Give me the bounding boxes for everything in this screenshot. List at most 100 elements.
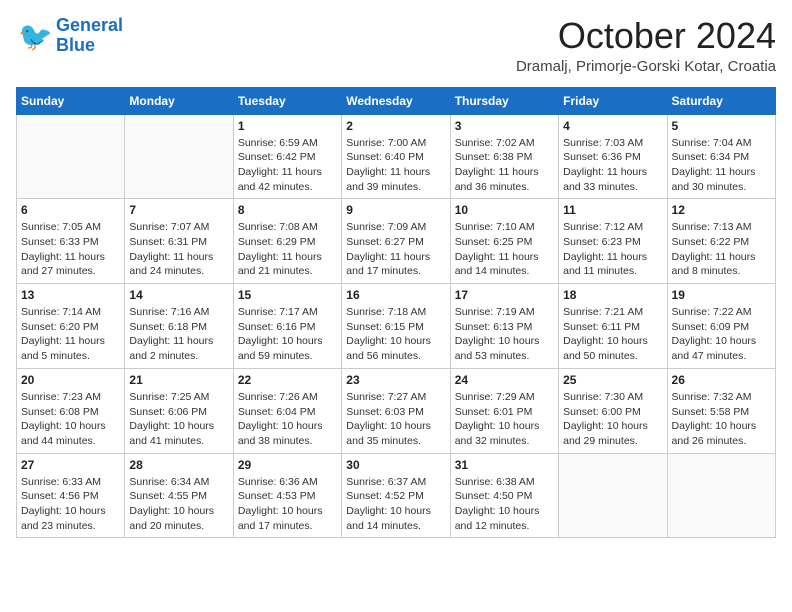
month-year: October 2024: [516, 16, 776, 56]
day-number: 10: [455, 203, 554, 217]
day-number: 8: [238, 203, 337, 217]
weekday-header: Tuesday: [233, 87, 341, 114]
day-number: 12: [672, 203, 771, 217]
day-number: 9: [346, 203, 445, 217]
day-number: 5: [672, 119, 771, 133]
day-info: Sunrise: 6:38 AMSunset: 4:50 PMDaylight:…: [455, 475, 554, 534]
calendar-cell: 24 Sunrise: 7:29 AMSunset: 6:01 PMDayligh…: [450, 368, 558, 453]
calendar-cell: 7Sunrise: 7:07 AMSunset: 6:31 PMDaylight…: [125, 199, 233, 284]
calendar-cell: 9 Sunrise: 7:09 AMSunset: 6:27 PMDaylight…: [342, 199, 450, 284]
calendar-header-row: SundayMondayTuesdayWednesdayThursdayFrid…: [17, 87, 776, 114]
day-info: Sunrise: 7:13 AMSunset: 6:22 PMDaylight:…: [672, 220, 771, 279]
day-number: 3: [455, 119, 554, 133]
day-number: 15: [238, 288, 337, 302]
day-info: Sunrise: 7:02 AMSunset: 6:38 PMDaylight:…: [455, 136, 554, 195]
logo-text: General Blue: [56, 16, 123, 56]
calendar-cell: [559, 453, 667, 538]
calendar-cell: 12 Sunrise: 7:13 AMSunset: 6:22 PMDayligh…: [667, 199, 775, 284]
day-info: Sunrise: 7:25 AMSunset: 6:06 PMDaylight:…: [129, 390, 228, 449]
day-info: Sunrise: 6:37 AMSunset: 4:52 PMDaylight:…: [346, 475, 445, 534]
day-info: Sunrise: 7:05 AMSunset: 6:33 PMDaylight:…: [21, 220, 120, 279]
weekday-header: Thursday: [450, 87, 558, 114]
day-info: Sunrise: 7:10 AMSunset: 6:25 PMDaylight:…: [455, 220, 554, 279]
day-info: Sunrise: 7:14 AMSunset: 6:20 PMDaylight:…: [21, 305, 120, 364]
day-info: Sunrise: 7:30 AMSunset: 6:00 PMDaylight:…: [563, 390, 662, 449]
calendar-cell: 17Sunrise: 7:19 AMSunset: 6:13 PMDayligh…: [450, 284, 558, 369]
calendar-cell: 14Sunrise: 7:16 AMSunset: 6:18 PMDayligh…: [125, 284, 233, 369]
calendar-cell: [17, 114, 125, 199]
day-info: Sunrise: 7:09 AMSunset: 6:27 PMDaylight:…: [346, 220, 445, 279]
calendar-week-row: 20Sunrise: 7:23 AMSunset: 6:08 PMDayligh…: [17, 368, 776, 453]
calendar-cell: [125, 114, 233, 199]
calendar-cell: 6 Sunrise: 7:05 AMSunset: 6:33 PMDaylight…: [17, 199, 125, 284]
day-info: Sunrise: 6:33 AMSunset: 4:56 PMDaylight:…: [21, 475, 120, 534]
day-number: 16: [346, 288, 445, 302]
day-number: 29: [238, 458, 337, 472]
day-info: Sunrise: 7:19 AMSunset: 6:13 PMDaylight:…: [455, 305, 554, 364]
day-info: Sunrise: 7:04 AMSunset: 6:34 PMDaylight:…: [672, 136, 771, 195]
calendar-cell: 23Sunrise: 7:27 AMSunset: 6:03 PMDayligh…: [342, 368, 450, 453]
page-header: 🐦 General Blue October 2024 Dramalj, Pri…: [16, 16, 776, 75]
day-number: 19: [672, 288, 771, 302]
day-number: 6: [21, 203, 120, 217]
calendar-cell: 22 Sunrise: 7:26 AMSunset: 6:04 PMDayligh…: [233, 368, 341, 453]
day-number: 31: [455, 458, 554, 472]
day-info: Sunrise: 7:26 AMSunset: 6:04 PMDaylight:…: [238, 390, 337, 449]
calendar-week-row: 1 Sunrise: 6:59 AMSunset: 6:42 PMDaylight…: [17, 114, 776, 199]
calendar-cell: 18 Sunrise: 7:21 AMSunset: 6:11 PMDayligh…: [559, 284, 667, 369]
day-number: 27: [21, 458, 120, 472]
calendar-cell: 21Sunrise: 7:25 AMSunset: 6:06 PMDayligh…: [125, 368, 233, 453]
day-info: Sunrise: 7:07 AMSunset: 6:31 PMDaylight:…: [129, 220, 228, 279]
svg-text:🐦: 🐦: [18, 21, 52, 52]
calendar-week-row: 27 Sunrise: 6:33 AMSunset: 4:56 PMDayligh…: [17, 453, 776, 538]
day-info: Sunrise: 7:12 AMSunset: 6:23 PMDaylight:…: [563, 220, 662, 279]
day-info: Sunrise: 7:29 AMSunset: 6:01 PMDaylight:…: [455, 390, 554, 449]
day-number: 23: [346, 373, 445, 387]
calendar-cell: 15 Sunrise: 7:17 AMSunset: 6:16 PMDayligh…: [233, 284, 341, 369]
day-number: 4: [563, 119, 662, 133]
day-number: 24: [455, 373, 554, 387]
title-block: October 2024 Dramalj, Primorje-Gorski Ko…: [516, 16, 776, 75]
day-info: Sunrise: 7:21 AMSunset: 6:11 PMDaylight:…: [563, 305, 662, 364]
day-info: Sunrise: 7:08 AMSunset: 6:29 PMDaylight:…: [238, 220, 337, 279]
day-number: 1: [238, 119, 337, 133]
calendar-cell: 4 Sunrise: 7:03 AMSunset: 6:36 PMDaylight…: [559, 114, 667, 199]
calendar-cell: 29 Sunrise: 6:36 AMSunset: 4:53 PMDayligh…: [233, 453, 341, 538]
day-info: Sunrise: 6:34 AMSunset: 4:55 PMDaylight:…: [129, 475, 228, 534]
calendar-cell: 27 Sunrise: 6:33 AMSunset: 4:56 PMDayligh…: [17, 453, 125, 538]
calendar-cell: 20Sunrise: 7:23 AMSunset: 6:08 PMDayligh…: [17, 368, 125, 453]
calendar-cell: 28 Sunrise: 6:34 AMSunset: 4:55 PMDayligh…: [125, 453, 233, 538]
day-number: 22: [238, 373, 337, 387]
day-info: Sunrise: 6:59 AMSunset: 6:42 PMDaylight:…: [238, 136, 337, 195]
calendar-cell: 2Sunrise: 7:00 AMSunset: 6:40 PMDaylight…: [342, 114, 450, 199]
day-number: 14: [129, 288, 228, 302]
calendar-cell: [667, 453, 775, 538]
day-number: 13: [21, 288, 120, 302]
weekday-header: Saturday: [667, 87, 775, 114]
calendar-cell: 30 Sunrise: 6:37 AMSunset: 4:52 PMDayligh…: [342, 453, 450, 538]
day-number: 18: [563, 288, 662, 302]
calendar-cell: 3 Sunrise: 7:02 AMSunset: 6:38 PMDaylight…: [450, 114, 558, 199]
day-info: Sunrise: 7:23 AMSunset: 6:08 PMDaylight:…: [21, 390, 120, 449]
calendar-cell: 8 Sunrise: 7:08 AMSunset: 6:29 PMDaylight…: [233, 199, 341, 284]
day-info: Sunrise: 6:36 AMSunset: 4:53 PMDaylight:…: [238, 475, 337, 534]
calendar-cell: 11 Sunrise: 7:12 AMSunset: 6:23 PMDayligh…: [559, 199, 667, 284]
calendar-table: SundayMondayTuesdayWednesdayThursdayFrid…: [16, 87, 776, 539]
day-info: Sunrise: 7:17 AMSunset: 6:16 PMDaylight:…: [238, 305, 337, 364]
day-number: 11: [563, 203, 662, 217]
calendar-cell: 13 Sunrise: 7:14 AMSunset: 6:20 PMDayligh…: [17, 284, 125, 369]
day-info: Sunrise: 7:03 AMSunset: 6:36 PMDaylight:…: [563, 136, 662, 195]
location: Dramalj, Primorje-Gorski Kotar, Croatia: [516, 58, 776, 75]
day-info: Sunrise: 7:00 AMSunset: 6:40 PMDaylight:…: [346, 136, 445, 195]
weekday-header: Wednesday: [342, 87, 450, 114]
day-number: 28: [129, 458, 228, 472]
logo-icon: 🐦: [16, 18, 52, 54]
day-info: Sunrise: 7:22 AMSunset: 6:09 PMDaylight:…: [672, 305, 771, 364]
calendar-cell: 26Sunrise: 7:32 AMSunset: 5:58 PMDayligh…: [667, 368, 775, 453]
calendar-cell: 1 Sunrise: 6:59 AMSunset: 6:42 PMDaylight…: [233, 114, 341, 199]
day-number: 30: [346, 458, 445, 472]
weekday-header: Monday: [125, 87, 233, 114]
day-number: 25: [563, 373, 662, 387]
calendar-cell: 5 Sunrise: 7:04 AMSunset: 6:34 PMDaylight…: [667, 114, 775, 199]
calendar-cell: 25 Sunrise: 7:30 AMSunset: 6:00 PMDayligh…: [559, 368, 667, 453]
